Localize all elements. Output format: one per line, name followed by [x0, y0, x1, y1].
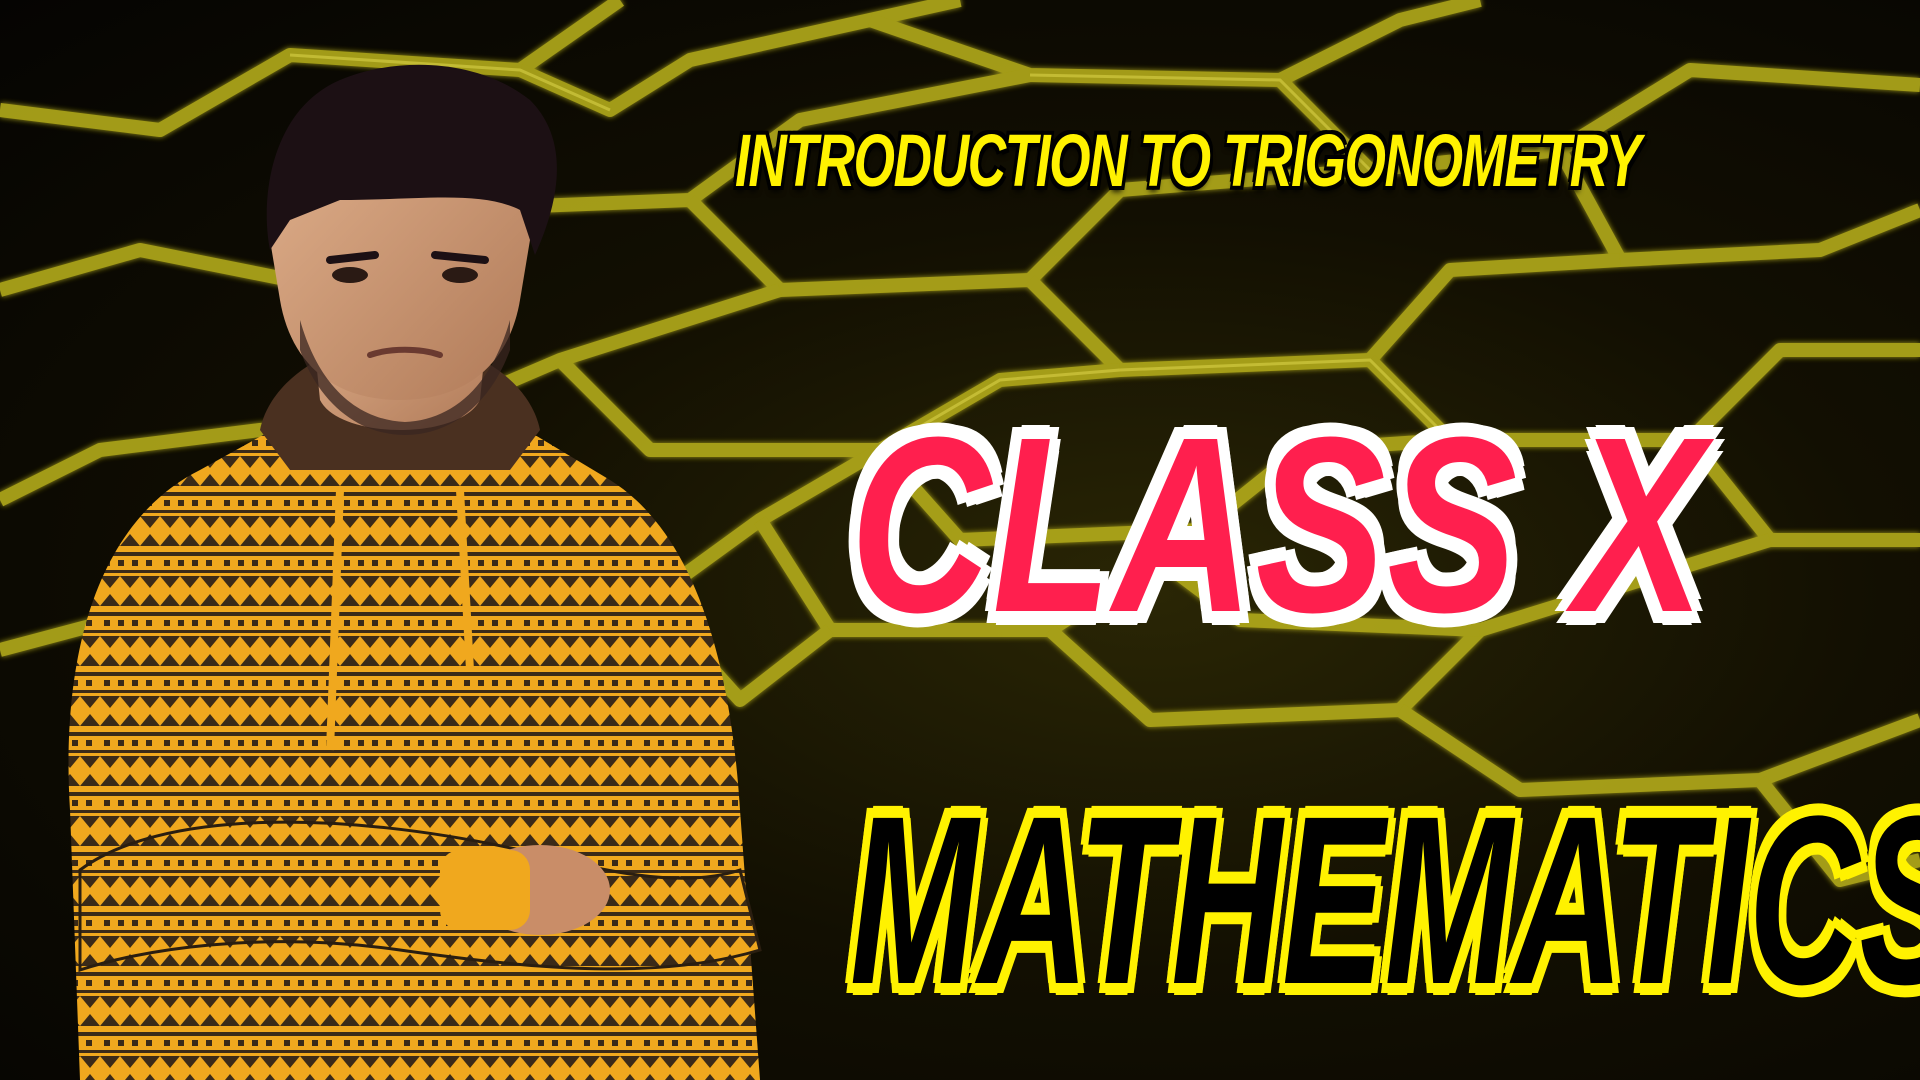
presenter-photo [68, 64, 762, 1080]
class-title: CLASS X [850, 385, 1707, 664]
thumbnail-canvas: INTRODUCTION TO TRIGONOMETRY CLASS X MAT… [0, 0, 1920, 1080]
subject-title: MATHEMATICS [850, 766, 1920, 1034]
video-subtitle: INTRODUCTION TO TRIGONOMETRY [734, 118, 1643, 204]
